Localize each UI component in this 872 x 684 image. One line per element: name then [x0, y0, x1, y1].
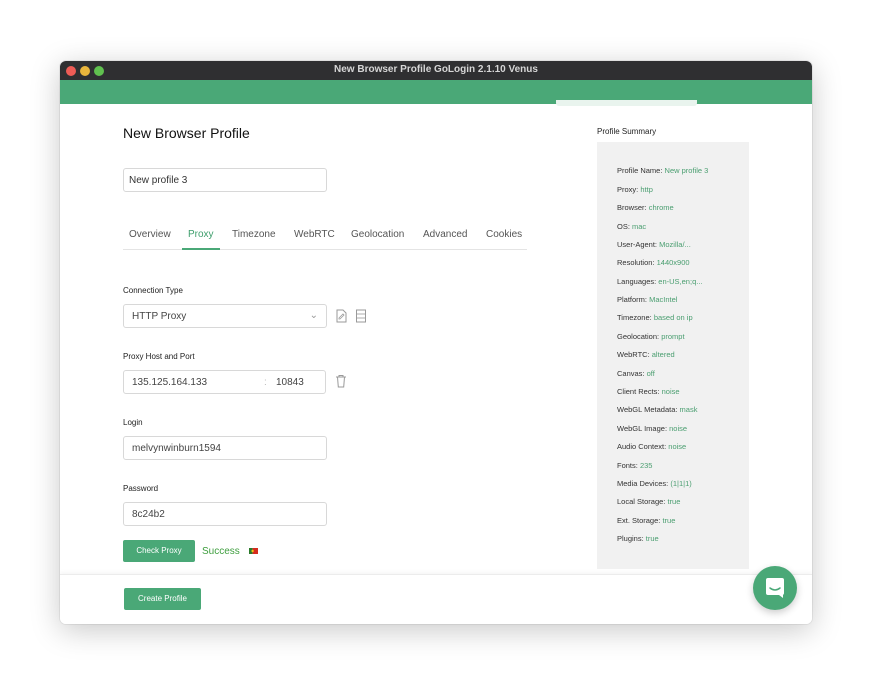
- support-chat-button[interactable]: [753, 566, 797, 610]
- summary-row: Plugins: true: [617, 534, 659, 543]
- host-port-separator: :: [264, 377, 267, 388]
- summary-row: WebRTC: altered: [617, 350, 675, 359]
- summary-row: WebGL Image: noise: [617, 424, 688, 433]
- summary-row: Ext. Storage: true: [617, 516, 676, 525]
- page-title: New Browser Profile: [123, 125, 250, 141]
- summary-row: Proxy: http: [617, 185, 653, 194]
- tab-geolocation[interactable]: Geolocation: [351, 229, 404, 240]
- password-input[interactable]: 8c24b2: [123, 502, 327, 526]
- summary-row: Languages: en-US,en;q...: [617, 277, 703, 286]
- login-label: Login: [123, 418, 143, 427]
- summary-row: Fonts: 235: [617, 461, 653, 470]
- connection-type-select[interactable]: HTTP Proxy ⌄: [123, 304, 327, 328]
- summary-row: Client Rects: noise: [617, 387, 680, 396]
- profile-summary-panel: Profile Name: New profile 3 Proxy: http …: [597, 142, 749, 569]
- chevron-down-icon: ⌄: [309, 310, 318, 321]
- summary-row: Geolocation: prompt: [617, 332, 685, 341]
- tab-proxy[interactable]: Proxy: [188, 229, 214, 240]
- main-content: New Browser Profile New profile 3 Overvi…: [60, 104, 812, 574]
- portugal-flag-icon: [249, 548, 258, 554]
- tab-webrtc[interactable]: WebRTC: [294, 229, 335, 240]
- check-proxy-button[interactable]: Check Proxy: [123, 540, 195, 562]
- connection-type-value: HTTP Proxy: [132, 311, 187, 322]
- summary-row: Canvas: off: [617, 369, 655, 378]
- summary-row: Local Storage: true: [617, 497, 681, 506]
- chat-icon: [766, 578, 784, 598]
- connection-type-label: Connection Type: [123, 286, 183, 295]
- proxy-list-icon[interactable]: [355, 309, 367, 323]
- proxy-port-input[interactable]: 10843: [276, 377, 304, 388]
- paste-proxy-icon[interactable]: [335, 309, 347, 323]
- active-tab-indicator: [182, 248, 220, 250]
- proxy-host-port-label: Proxy Host and Port: [123, 352, 195, 361]
- summary-row: Audio Context: noise: [617, 442, 687, 451]
- tab-cookies[interactable]: Cookies: [486, 229, 522, 240]
- summary-row: OS: mac: [617, 222, 647, 231]
- window-title: New Browser Profile GoLogin 2.1.10 Venus: [334, 64, 538, 75]
- summary-row: User-Agent: Mozilla/...: [617, 240, 691, 249]
- summary-row: WebGL Metadata: mask: [617, 405, 698, 414]
- summary-row: Profile Name: New profile 3: [617, 166, 709, 175]
- summary-row: Timezone: based on ip: [617, 313, 693, 322]
- profile-name-input[interactable]: New profile 3: [123, 168, 327, 192]
- proxy-status-text: Success: [202, 546, 240, 557]
- tab-overview[interactable]: Overview: [129, 229, 171, 240]
- proxy-host-input[interactable]: 135.125.164.133: [132, 377, 207, 388]
- app-header: [60, 80, 812, 106]
- profile-tabs: Overview Proxy Timezone WebRTC Geolocati…: [123, 222, 527, 250]
- proxy-host-port-field: 135.125.164.133 : 10843: [123, 370, 326, 394]
- summary-row: Platform: MacIntel: [617, 295, 678, 304]
- create-profile-button[interactable]: Create Profile: [124, 588, 201, 610]
- tab-advanced[interactable]: Advanced: [423, 229, 467, 240]
- summary-row: Browser: chrome: [617, 203, 674, 212]
- footer-bar: Create Profile: [60, 574, 812, 624]
- login-input[interactable]: melvynwinburn1594: [123, 436, 327, 460]
- profile-summary-title: Profile Summary: [597, 127, 657, 136]
- summary-row: Media Devices: (1|1|1): [617, 479, 692, 488]
- trash-icon[interactable]: [335, 374, 347, 388]
- password-label: Password: [123, 484, 159, 493]
- title-bar: New Browser Profile GoLogin 2.1.10 Venus: [60, 61, 812, 80]
- app-window: New Browser Profile GoLogin 2.1.10 Venus…: [60, 61, 812, 624]
- summary-row: Resolution: 1440x900: [617, 258, 690, 267]
- tab-timezone[interactable]: Timezone: [232, 229, 276, 240]
